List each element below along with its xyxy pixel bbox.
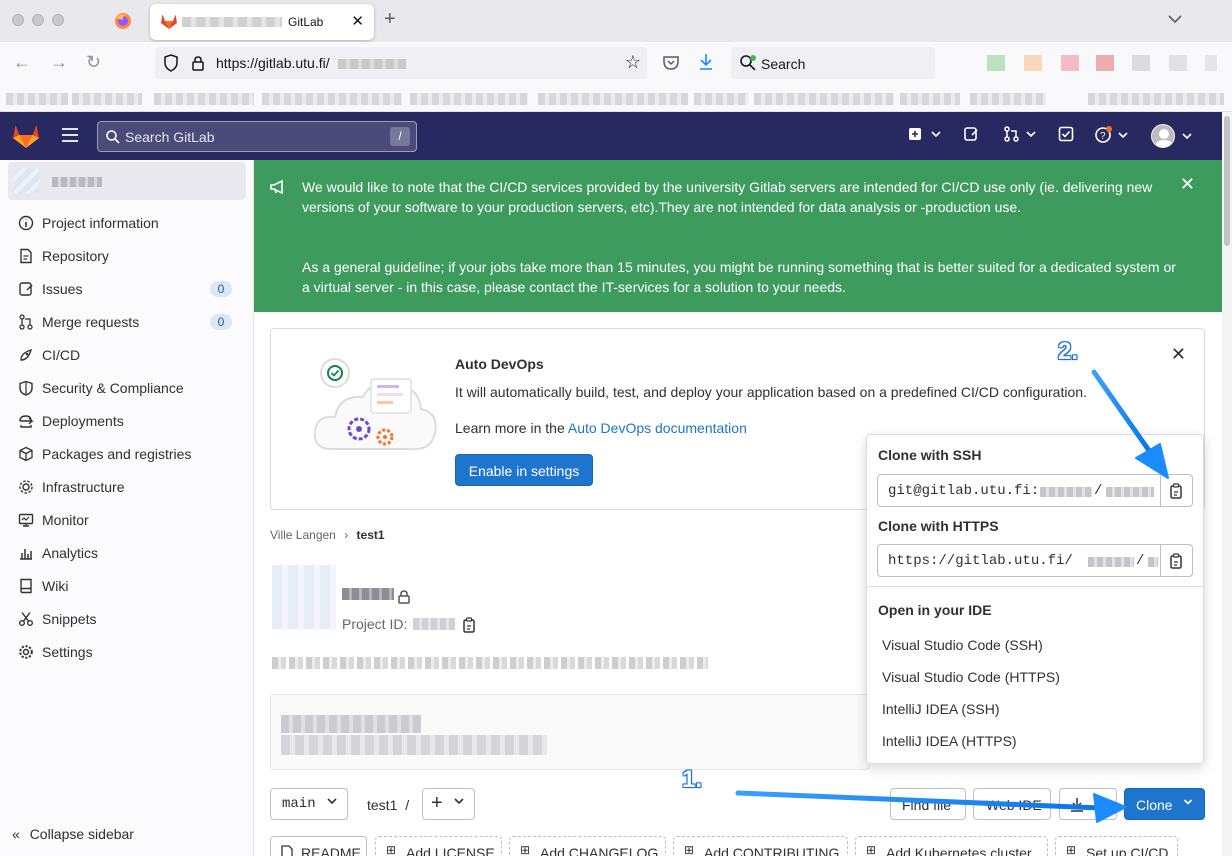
arrow-to-clone-button <box>735 790 1127 823</box>
step-1-annotation: 1. <box>682 766 703 793</box>
annotation-arrows <box>735 369 1169 823</box>
arrow-to-copy-ssh <box>1091 369 1169 479</box>
step-2-annotation: 2. <box>1058 338 1079 365</box>
